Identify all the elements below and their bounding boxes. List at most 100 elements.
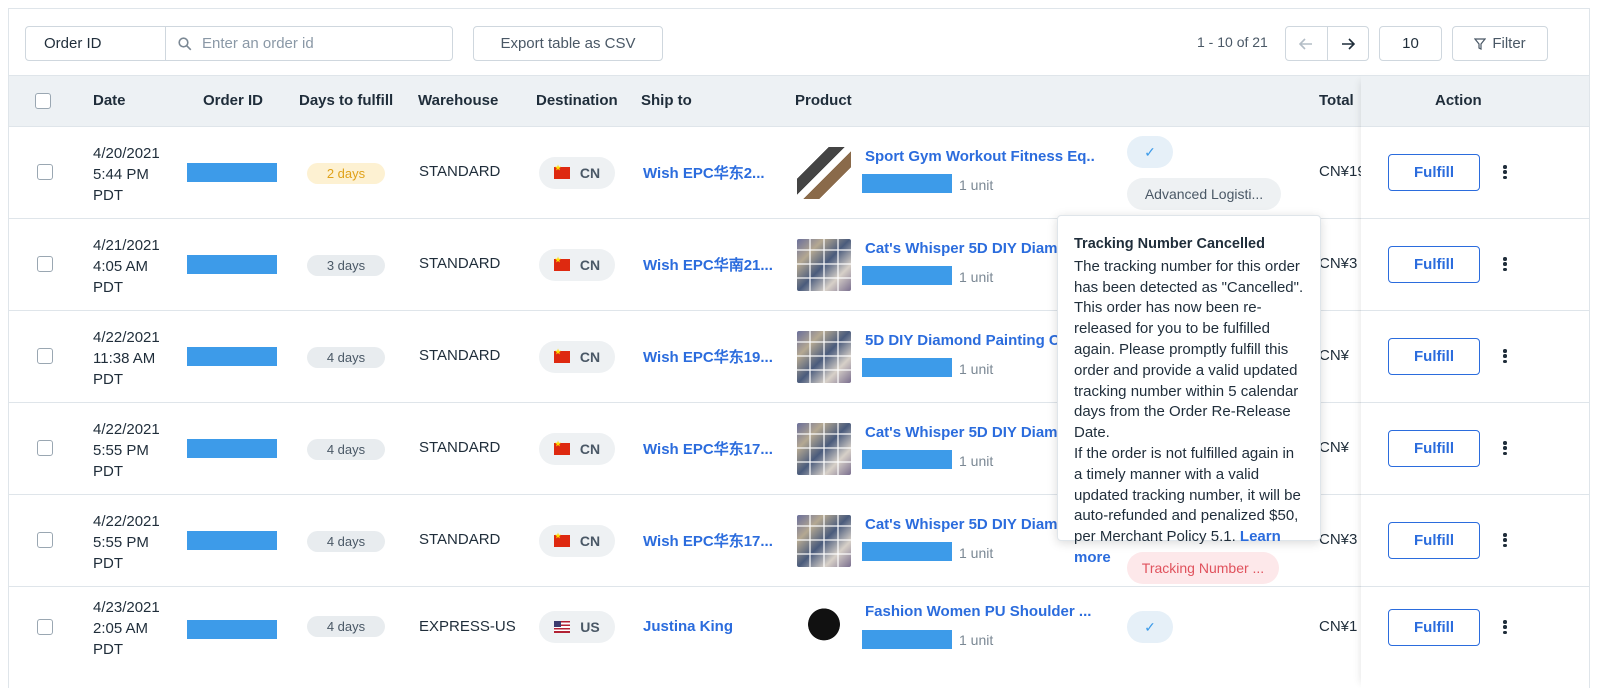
fulfill-button[interactable]: Fulfill [1388,430,1480,467]
header-date[interactable]: Date [93,92,126,109]
order-id-redacted [187,620,277,639]
unit-count: 1 unit [959,453,994,469]
flag-us-icon [554,621,571,633]
more-actions-icon[interactable] [1501,346,1509,366]
days-badge: 4 days [307,531,385,552]
ship-to-link[interactable]: Wish EPC华东19... [643,346,773,367]
header-ship-to[interactable]: Ship to [641,92,692,109]
flag-cn-icon [553,532,570,547]
product-image [797,331,851,383]
fulfill-button[interactable]: Fulfill [1388,246,1480,283]
product-id-redacted [862,450,952,469]
ship-to-link[interactable]: Justina King [643,618,733,635]
product-link[interactable]: Sport Gym Workout Fitness Eq... [865,148,1095,165]
pager [1285,26,1369,61]
header-warehouse[interactable]: Warehouse [418,92,498,109]
ship-to-link[interactable]: Wish EPC华南21... [643,254,773,275]
fulfill-button[interactable]: Fulfill [1388,609,1480,646]
order-total: CN¥3 [1319,255,1358,272]
header-action: Action [1435,92,1482,109]
ship-to-link[interactable]: Wish EPC华东2... [643,162,765,183]
prev-page-button[interactable] [1286,27,1328,60]
next-page-button[interactable] [1328,27,1369,60]
table-header: Date Order ID Days to fulfill Warehouse … [9,75,1589,127]
warehouse: STANDARD [419,439,501,456]
product-id-redacted [862,630,952,649]
product-link[interactable]: Fashion Women PU Shoulder ... [865,603,1095,620]
product-image [797,239,851,291]
days-badge: 4 days [307,439,385,460]
search-field[interactable] [166,27,452,60]
ship-to-link[interactable]: Wish EPC华东17... [643,530,773,551]
arrow-right-icon [1341,37,1355,50]
more-actions-icon[interactable] [1501,617,1509,637]
row-checkbox[interactable] [37,440,53,456]
order-date: 4/22/2021 11:38 AM PDT [93,329,160,388]
fulfill-button[interactable]: Fulfill [1388,154,1480,191]
page-size-input[interactable]: 10 [1379,26,1442,61]
order-date: 4/21/2021 4:05 AM PDT [93,237,160,296]
warehouse: STANDARD [419,347,501,364]
table-row: 4/23/2021 2:05 AM PDT 4 days EXPRESS-US US… [9,587,1589,679]
fulfill-button[interactable]: Fulfill [1388,522,1480,559]
tooltip-title: Tracking Number Cancelled [1074,236,1265,252]
tooltip-body-penalty: If the order is not fulfilled again in a… [1074,444,1301,566]
orders-panel: Order ID Export table as CSV 1 - 10 of 2… [8,8,1590,688]
order-id-redacted [187,347,277,366]
product-id-redacted [862,266,952,285]
table-row: 4/22/202111:38 AMPDT 4 days STANDARD CN … [9,311,1589,403]
order-date: 4/22/2021 5:55 PM PDT [93,513,160,572]
search-input[interactable] [202,35,442,52]
more-actions-icon[interactable] [1501,254,1509,274]
destination-pill: CN [539,433,615,465]
more-actions-icon[interactable] [1501,162,1509,182]
destination-pill: CN [539,525,615,557]
export-csv-button[interactable]: Export table as CSV [473,26,663,61]
header-total[interactable]: Total [1319,92,1354,109]
order-total: CN¥ [1319,347,1350,364]
order-total: CN¥19 [1319,163,1361,180]
destination-pill: CN [539,341,615,373]
unit-count: 1 unit [959,545,994,561]
order-total: CN¥ [1319,439,1350,456]
status-pill[interactable]: Advanced Logisti... [1127,178,1281,210]
unit-count: 1 unit [959,269,994,285]
header-destination[interactable]: Destination [536,92,618,109]
order-id-redacted [187,531,277,550]
product-image [797,515,851,567]
row-checkbox[interactable] [37,619,53,635]
row-checkbox[interactable] [37,164,53,180]
filter-label: Filter [1492,35,1526,52]
check-status-icon: ✓ [1127,136,1173,168]
product-image [797,601,851,653]
header-order-id[interactable]: Order ID [203,92,263,109]
tooltip-body: The tracking number for this order has b… [1074,257,1304,442]
row-checkbox[interactable] [37,532,53,548]
order-date: 4/22/2021 5:55 PM PDT [93,421,160,480]
warehouse: STANDARD [419,255,501,272]
row-checkbox[interactable] [37,256,53,272]
order-total: CN¥3 [1319,531,1358,548]
header-product[interactable]: Product [795,92,852,109]
page-range: 1 - 10 of 21 [1197,34,1268,50]
destination-pill: US [539,611,615,643]
warehouse: STANDARD [419,163,501,180]
header-days[interactable]: Days to fulfill [299,92,393,109]
more-actions-icon[interactable] [1501,530,1509,550]
ship-to-link[interactable]: Wish EPC华东17... [643,438,773,459]
tracking-cancelled-tooltip: Tracking Number Cancelled The tracking n… [1057,215,1321,566]
search-icon [178,36,192,50]
order-total: CN¥1 [1319,618,1358,635]
filter-button[interactable]: Filter [1452,26,1548,61]
row-checkbox[interactable] [37,348,53,364]
more-actions-icon[interactable] [1501,438,1509,458]
flag-cn-icon [553,164,570,179]
product-image [797,147,851,199]
product-image [797,423,851,475]
fulfill-button[interactable]: Fulfill [1388,338,1480,375]
unit-count: 1 unit [959,361,994,377]
search-type-select[interactable]: Order ID [26,27,166,60]
warehouse: STANDARD [419,531,501,548]
check-status-icon: ✓ [1127,611,1173,643]
select-all-checkbox[interactable] [35,93,51,109]
